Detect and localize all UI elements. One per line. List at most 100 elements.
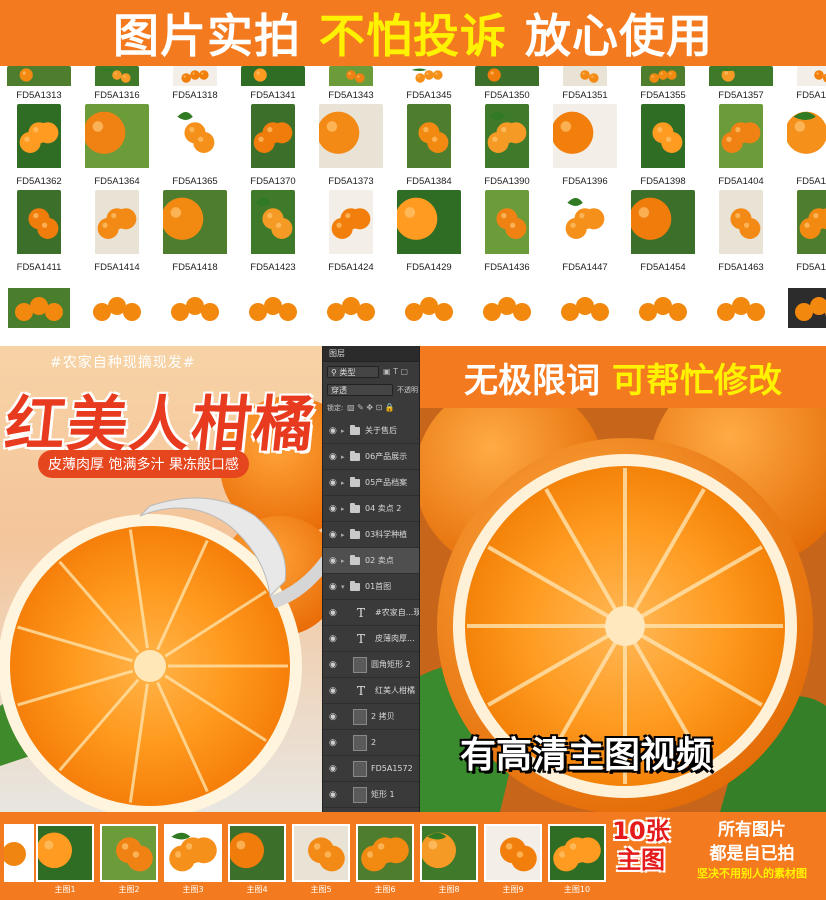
ps-layer-row[interactable]: ◉ 圆角矩形 2: [323, 652, 419, 678]
ps-layer-row[interactable]: ◉ T 红美人柑橘: [323, 678, 419, 704]
ps-layer-row[interactable]: ◉ ▸ 06产品展示: [323, 444, 419, 470]
ps-layer-row[interactable]: ◉ T #农家自...现: [323, 600, 419, 626]
file-thumbnail[interactable]: [476, 288, 538, 328]
orange-photo-thumb: [163, 190, 227, 254]
ps-layer-row[interactable]: ◉ ▸ 02 卖点: [323, 548, 419, 574]
file-thumbnail[interactable]: [86, 288, 148, 328]
file-thumbnail: [709, 66, 773, 90]
ps-layer-row[interactable]: ◉ ▸ 关于售后: [323, 418, 419, 444]
ps-filter-row: ⚲ 类型 ▣ T ▢: [323, 364, 419, 380]
eye-icon[interactable]: ◉: [329, 756, 337, 782]
file-thumbnail[interactable]: [320, 288, 382, 328]
file-name: FD5A1390: [484, 176, 530, 187]
ps-layer-row[interactable]: ◉ ▸ 03科学种植: [323, 522, 419, 548]
eye-icon[interactable]: ◉: [329, 522, 337, 548]
ps-layer-row[interactable]: ◉ T 皮薄肉厚...: [323, 626, 419, 652]
orange-photo-thumb: [641, 104, 685, 168]
ps-filter-icons[interactable]: ▣ T ▢: [383, 364, 408, 380]
chevron-right-icon[interactable]: ▸: [341, 418, 345, 444]
eye-icon[interactable]: ◉: [329, 678, 337, 704]
chevron-right-icon[interactable]: ▸: [341, 522, 345, 548]
ps-layer-name: 矩形 1: [371, 790, 395, 799]
main-image-thumb[interactable]: [164, 824, 222, 882]
main-image-thumb[interactable]: [548, 824, 606, 882]
orange-photo-thumb: [230, 826, 284, 880]
chevron-down-icon[interactable]: ▾: [341, 574, 345, 600]
eye-icon[interactable]: ◉: [329, 444, 337, 470]
eye-icon[interactable]: ◉: [329, 548, 337, 574]
file-thumbnail[interactable]: [242, 288, 304, 328]
ps-layer-row[interactable]: ◉ ▸ 04 卖点 2: [323, 496, 419, 522]
ps-layer-row[interactable]: ◉ ▾ 01首图: [323, 574, 419, 600]
file-thumbnail: [95, 66, 139, 90]
orange-photo-thumb: [486, 826, 540, 880]
file-thumbnail: [241, 66, 305, 90]
chevron-right-icon[interactable]: ▸: [341, 470, 345, 496]
main-image-thumb[interactable]: [100, 824, 158, 882]
main-image-thumb[interactable]: [484, 824, 542, 882]
main-image-thumb[interactable]: [228, 824, 286, 882]
main-image-thumb[interactable]: [420, 824, 478, 882]
ps-filter-kind-select[interactable]: ⚲ 类型: [327, 366, 379, 378]
poster-right-header: 无极限词 可帮忙修改: [420, 346, 826, 408]
orange-photo-thumb: [95, 66, 139, 86]
file-thumbnail[interactable]: [710, 288, 772, 328]
chevron-right-icon[interactable]: ▸: [341, 444, 345, 470]
ps-layer-row[interactable]: ◉ 2: [323, 730, 419, 756]
chevron-right-icon[interactable]: ▸: [341, 496, 345, 522]
eye-icon[interactable]: ◉: [329, 652, 337, 678]
file-name: FD5A1364: [94, 176, 140, 187]
eye-icon[interactable]: ◉: [329, 418, 337, 444]
orange-photo-thumb: [407, 104, 451, 168]
eye-icon[interactable]: ◉: [329, 470, 337, 496]
orange-photo-thumb: [797, 190, 826, 254]
file-name: FD5A1341: [250, 90, 296, 101]
file-thumbnail[interactable]: [788, 288, 826, 328]
text-layer-icon: T: [357, 632, 366, 646]
folder-icon: [350, 529, 360, 539]
main-image-thumb[interactable]: [292, 824, 350, 882]
file-name: FD5A1384: [406, 176, 452, 187]
main-image-label: 主图6: [374, 885, 396, 894]
file-thumbnail: [251, 104, 295, 172]
file-thumbnail[interactable]: [554, 288, 616, 328]
eye-icon[interactable]: ◉: [329, 782, 337, 808]
file-thumbnail[interactable]: [632, 288, 694, 328]
ps-layer-name: 06产品展示: [365, 452, 408, 461]
ps-tab-layers[interactable]: 图层: [323, 346, 419, 362]
file-thumbnail: [163, 190, 227, 258]
file-name: FD5A1345: [406, 90, 452, 101]
eye-icon[interactable]: ◉: [329, 626, 337, 652]
file-thumbnail: [719, 104, 763, 172]
shape-layer-thumb: [353, 657, 367, 673]
ps-layer-row[interactable]: ◉ 矩形 1: [323, 782, 419, 808]
eye-icon[interactable]: ◉: [329, 574, 337, 600]
ps-layer-row[interactable]: ◉ ▸ 05产品档案: [323, 470, 419, 496]
orange-photo-thumb: [475, 66, 539, 86]
eye-icon[interactable]: ◉: [329, 730, 337, 756]
eye-icon[interactable]: ◉: [329, 704, 337, 730]
main-image-thumb[interactable]: [36, 824, 94, 882]
text-layer-icon: T: [357, 684, 366, 698]
main-image-thumb[interactable]: [356, 824, 414, 882]
ps-layer-row[interactable]: ◉ FD5A1572: [323, 756, 419, 782]
file-thumbnail[interactable]: [164, 288, 226, 328]
ps-layer-name: 02 卖点: [365, 556, 394, 565]
eye-icon[interactable]: ◉: [329, 600, 337, 626]
orange-photo-thumb: [719, 190, 763, 254]
eye-icon[interactable]: ◉: [329, 496, 337, 522]
lock-icons[interactable]: ▨ ✎ ✥ ⊡ 🔒: [347, 400, 395, 416]
file-thumbnail: [563, 66, 607, 90]
file-name: FD5A1365: [172, 176, 218, 187]
file-thumbnail: [719, 190, 763, 258]
file-thumbnail[interactable]: [398, 288, 460, 328]
text-layer-icon: T: [357, 606, 366, 620]
file-name: FD5A1313: [16, 90, 62, 101]
ps-layer-row[interactable]: ◉ 2 拷贝: [323, 704, 419, 730]
own-photo-promo: 所有图片 都是自已拍 坚决不用别人的素材图: [697, 820, 807, 880]
ps-blend-mode-select[interactable]: 穿透: [327, 384, 393, 396]
main-image-label: 主图5: [310, 885, 332, 894]
file-thumbnail[interactable]: [8, 288, 70, 328]
file-name: FD5A1351: [562, 90, 608, 101]
chevron-right-icon[interactable]: ▸: [341, 548, 345, 574]
